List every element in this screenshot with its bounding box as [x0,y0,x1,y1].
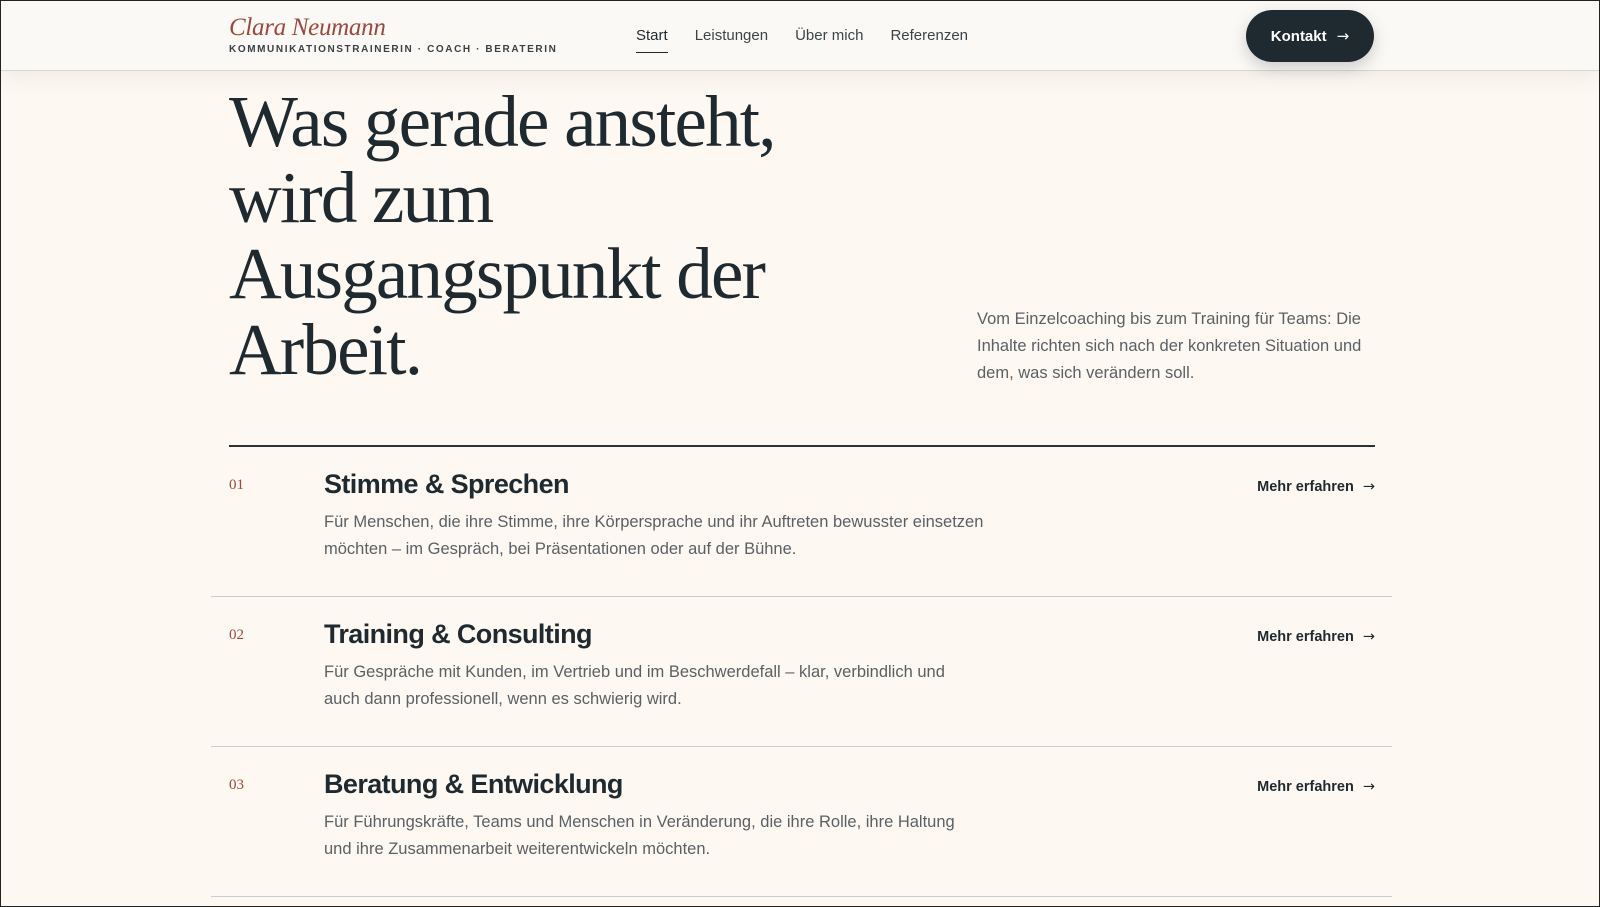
service-number: 03 [229,777,244,793]
more-link-stimme[interactable]: Mehr erfahren → [1257,479,1375,495]
service-item-beratung: 03 Beratung & Entwicklung Für Führungskr… [211,747,1392,897]
service-item-training: 02 Training & Consulting Für Gespräche m… [211,597,1392,747]
brand-logo[interactable]: Clara Neumann [229,14,386,42]
arrow-right-icon: → [1362,779,1375,795]
service-item-stimme: 01 Stimme & Sprechen Für Menschen, die i… [211,447,1392,597]
arrow-right-icon: → [1362,479,1375,495]
nav-item-leistungen[interactable]: Leistungen [695,27,768,53]
service-description: Für Gespräche mit Kunden, im Vertrieb un… [324,663,945,708]
headline-line: Was gerade ansteht, [229,81,777,162]
nav-item-ueber-mich[interactable]: Über mich [795,27,863,53]
arrow-right-icon: → [1336,27,1350,45]
brand-tagline: KOMMUNIKATIONSTRAINERIN · COACH · BERATE… [229,44,558,55]
nav-item-referenzen[interactable]: Referenzen [890,27,968,53]
more-link-label: Mehr erfahren [1257,479,1354,495]
more-link-beratung[interactable]: Mehr erfahren → [1257,779,1375,795]
service-description: Für Menschen, die ihre Stimme, ihre Körp… [324,513,984,558]
nav-item-start[interactable]: Start [636,27,668,53]
headline-line: Ausgangspunkt der [229,233,766,314]
page-headline: Was gerade ansteht, wird zum Ausgangspun… [229,84,929,388]
site-header: Clara Neumann KOMMUNIKATIONSTRAINERIN · … [0,0,1600,71]
service-description: Für Führungskräfte, Teams und Menschen i… [324,813,955,858]
headline-line: Arbeit. [229,309,423,390]
intro-text: Vom Einzelcoaching bis zum Training für … [977,310,1362,382]
more-link-label: Mehr erfahren [1257,629,1354,645]
main-nav: Start Leistungen Über mich Referenzen [636,27,968,53]
more-link-label: Mehr erfahren [1257,779,1354,795]
contact-button[interactable]: Kontakt → [1246,10,1374,62]
arrow-right-icon: → [1362,629,1375,645]
service-number: 01 [229,477,244,493]
more-link-training[interactable]: Mehr erfahren → [1257,629,1375,645]
service-title: Training & Consulting [324,619,592,649]
service-number: 02 [229,627,244,643]
contact-button-label: Kontakt [1270,27,1327,45]
service-title: Beratung & Entwicklung [324,769,623,799]
headline-line: wird zum [229,157,494,238]
service-title: Stimme & Sprechen [324,469,569,499]
